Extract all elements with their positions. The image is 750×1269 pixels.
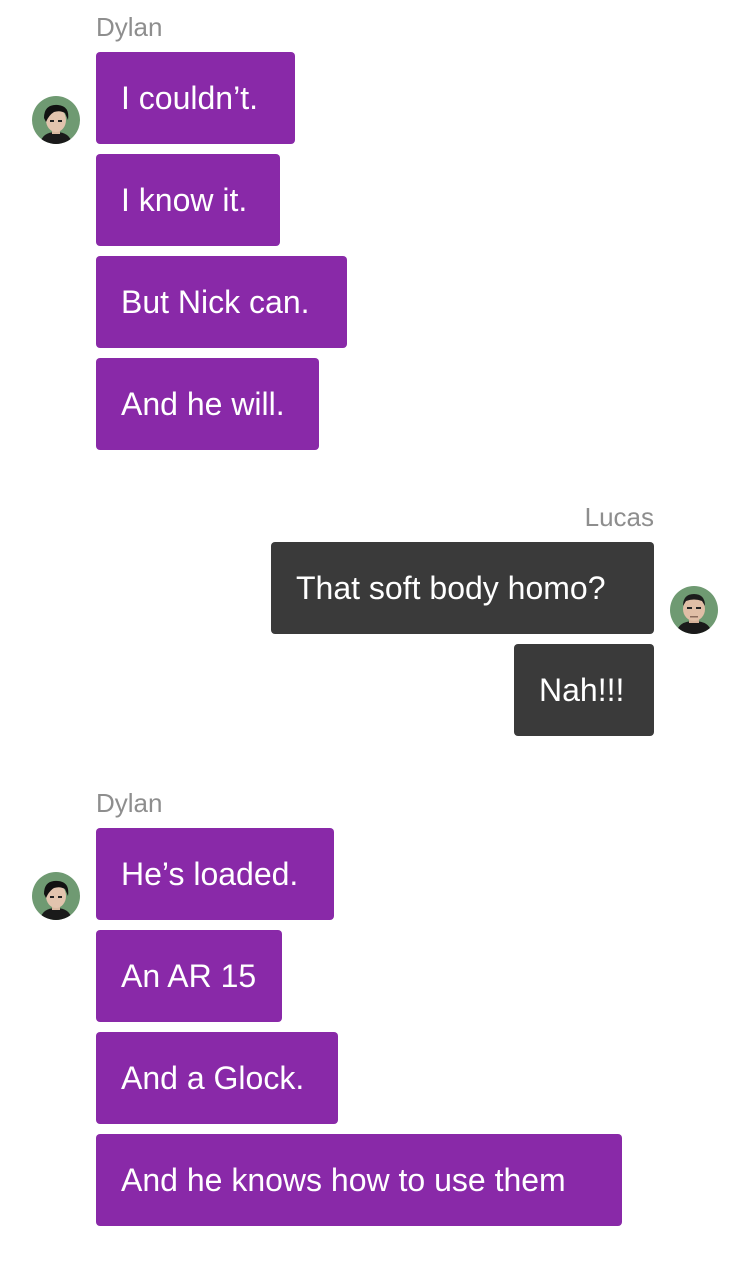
lucas-avatar-icon [670,586,718,634]
message-bubble[interactable]: And he will. [96,358,319,450]
message-bubble[interactable]: That soft body homo? [271,542,654,634]
message-bubble[interactable]: And a Glock. [96,1032,338,1124]
message-text: I know it. [121,181,248,218]
message-bubble[interactable]: And he knows how to use them [96,1134,622,1226]
dylan-avatar-icon [32,96,80,144]
message-bubble[interactable]: I know it. [96,154,280,246]
sender-name-dylan: Dylan [96,788,163,818]
sender-name-lucas: Lucas [584,502,654,532]
avatar-dylan[interactable] [32,96,80,144]
message-bubble[interactable]: I couldn’t. [96,52,295,144]
sender-name-dylan: Dylan [96,12,163,42]
message-text: Nah!!! [539,671,625,708]
avatar-dylan[interactable] [32,872,80,920]
message-text: And he will. [121,385,285,422]
message-bubble[interactable]: But Nick can. [96,256,347,348]
message-text: An AR 15 [121,957,257,994]
message-text: He’s loaded. [121,855,299,892]
avatar-lucas[interactable] [670,586,718,634]
message-text: And a Glock. [121,1059,305,1096]
dylan-avatar-icon [32,872,80,920]
message-text: And he knows how to use them [121,1161,566,1198]
message-bubble[interactable]: An AR 15 [96,930,282,1022]
message-bubble[interactable]: Nah!!! [514,644,654,736]
message-text: That soft body homo? [296,569,606,606]
message-text: I couldn’t. [121,79,258,116]
message-text: But Nick can. [121,283,310,320]
message-bubble[interactable]: He’s loaded. [96,828,334,920]
